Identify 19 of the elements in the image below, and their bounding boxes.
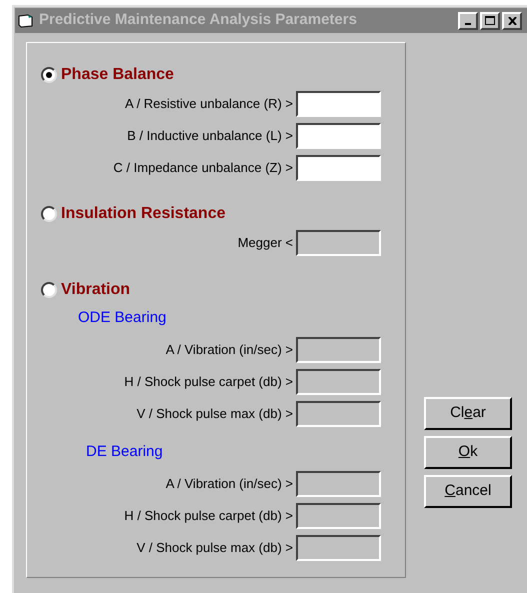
field-label: V / Shock pulse max (db) > (136, 538, 293, 557)
dialog-button[interactable]: Clear (424, 397, 512, 430)
group-title: ODE Bearing (78, 309, 166, 326)
field-label: C / Impedance unbalance (Z) > (113, 158, 293, 177)
section-title: Phase Balance (61, 65, 174, 85)
field-label: B / Inductive unbalance (L) > (127, 126, 293, 145)
section-title: Vibration (61, 280, 130, 300)
field-label: H / Shock pulse carpet (db) > (124, 506, 293, 525)
field-label: A / Vibration (in/sec) > (166, 474, 293, 493)
field-label: A / Resistive unbalance (R) > (125, 94, 293, 113)
field-label: H / Shock pulse carpet (db) > (124, 372, 293, 391)
field-label: Megger < (238, 234, 293, 252)
field-label: A / Vibration (in/sec) > (166, 340, 293, 359)
window-title: Predictive Maintenance Analysis Parameters (39, 10, 357, 30)
field-label: V / Shock pulse max (db) > (136, 404, 293, 423)
dialog-button[interactable]: Cancel (424, 475, 512, 508)
section-title: Insulation Resistance (61, 204, 226, 224)
group-title: DE Bearing (86, 443, 163, 460)
dialog-button[interactable]: Ok (424, 436, 512, 469)
